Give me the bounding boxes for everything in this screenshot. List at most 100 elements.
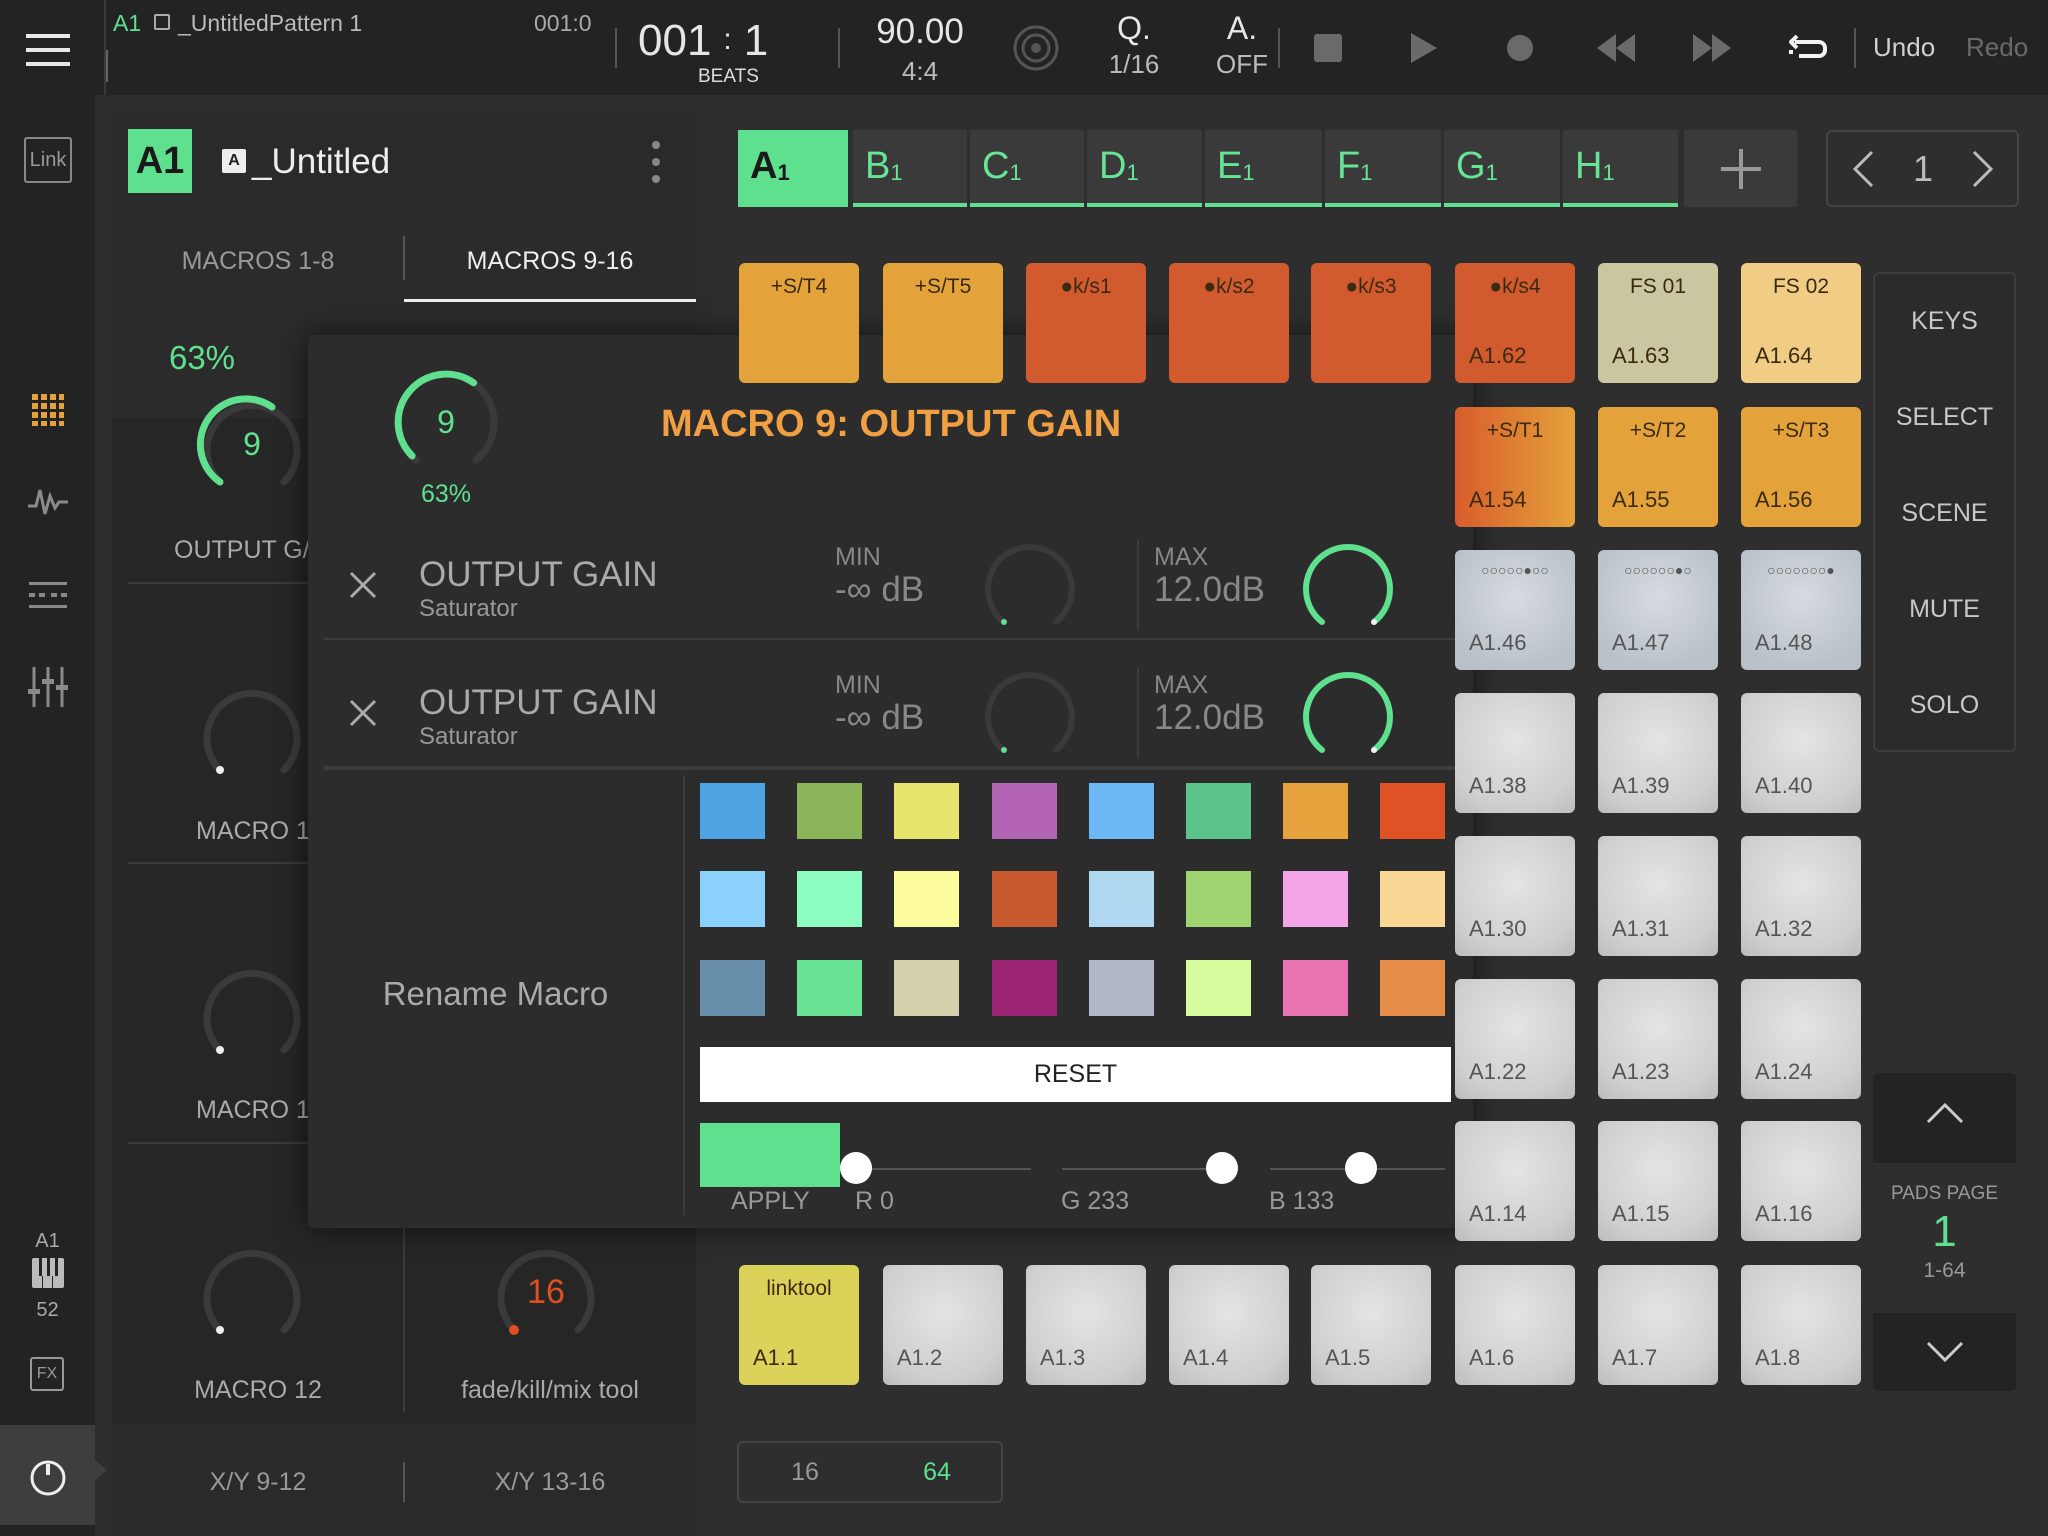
pad[interactable]: A1.30 bbox=[1455, 836, 1575, 956]
pad[interactable]: A1.39 bbox=[1598, 693, 1718, 813]
add-scene-button[interactable] bbox=[1684, 130, 1797, 207]
color-swatch[interactable] bbox=[1380, 871, 1445, 927]
color-swatch[interactable] bbox=[797, 783, 862, 839]
color-swatch[interactable] bbox=[992, 871, 1057, 927]
pad[interactable]: A1.6 bbox=[1455, 1265, 1575, 1385]
pad[interactable]: ○○○○○●○○ A1.46 bbox=[1455, 550, 1575, 670]
prev-page-icon[interactable] bbox=[1848, 148, 1878, 190]
pad[interactable]: +S/T2 A1.55 bbox=[1598, 407, 1718, 527]
macro-12-knob[interactable] bbox=[192, 1232, 312, 1352]
automation-button[interactable]: A. OFF bbox=[1212, 10, 1272, 80]
pads-page-up-icon[interactable] bbox=[1873, 1073, 2016, 1153]
undo-button[interactable]: Undo bbox=[1873, 32, 1935, 63]
color-swatch[interactable] bbox=[700, 783, 765, 839]
color-swatch[interactable] bbox=[700, 960, 765, 1016]
color-swatch[interactable] bbox=[992, 783, 1057, 839]
mode-keys-button[interactable]: KEYS bbox=[1873, 274, 2016, 368]
redo-button[interactable]: Redo bbox=[1966, 32, 2028, 63]
color-swatch[interactable] bbox=[894, 783, 959, 839]
blue-slider-thumb[interactable] bbox=[1345, 1152, 1378, 1184]
rename-macro-button[interactable]: Rename Macro bbox=[308, 975, 683, 1013]
pads-grid-icon[interactable] bbox=[28, 390, 68, 430]
fast-forward-icon[interactable] bbox=[1690, 30, 1734, 66]
color-swatch[interactable] bbox=[1186, 871, 1251, 927]
pad[interactable]: A1.7 bbox=[1598, 1265, 1718, 1385]
pad[interactable]: A1.3 bbox=[1026, 1265, 1146, 1385]
link-icon[interactable]: Link bbox=[24, 137, 72, 183]
more-options-icon[interactable] bbox=[652, 140, 660, 184]
mode-mute-button[interactable]: MUTE bbox=[1873, 562, 2016, 656]
color-swatch[interactable] bbox=[1283, 783, 1348, 839]
stop-icon[interactable] bbox=[1310, 30, 1346, 66]
tab-xy-9-12[interactable]: X/Y 9-12 bbox=[112, 1442, 404, 1522]
green-slider-thumb[interactable] bbox=[1205, 1152, 1238, 1184]
pad[interactable]: ○○○○○○○● A1.48 bbox=[1741, 550, 1861, 670]
mode-scene-button[interactable]: SCENE bbox=[1873, 466, 2016, 560]
record-icon[interactable] bbox=[1500, 30, 1540, 66]
color-swatch[interactable] bbox=[1283, 960, 1348, 1016]
song-position[interactable]: 001:1 bbox=[638, 16, 768, 66]
pad[interactable]: A1.40 bbox=[1741, 693, 1861, 813]
pads-page-down-icon[interactable] bbox=[1873, 1313, 2016, 1391]
color-swatch[interactable] bbox=[1380, 960, 1445, 1016]
apply-color-button[interactable]: APPLY bbox=[731, 1187, 810, 1216]
remove-assignment-icon[interactable] bbox=[348, 570, 378, 600]
red-slider-thumb[interactable] bbox=[840, 1152, 872, 1184]
color-swatch[interactable] bbox=[1283, 871, 1348, 927]
color-swatch[interactable] bbox=[700, 871, 765, 927]
color-swatch[interactable] bbox=[1186, 960, 1251, 1016]
pad[interactable]: A1.14 bbox=[1455, 1121, 1575, 1241]
keyboard-icon[interactable] bbox=[30, 1257, 66, 1289]
pattern-name[interactable]: _UntitledPattern 1 bbox=[178, 10, 362, 37]
pad[interactable]: ○○○○○○●○ A1.47 bbox=[1598, 550, 1718, 670]
scene-tab-c[interactable]: C1 bbox=[970, 130, 1084, 207]
pad[interactable]: A1.15 bbox=[1598, 1121, 1718, 1241]
pad-size-16[interactable]: 16 bbox=[739, 1443, 871, 1501]
pad[interactable]: +S/T4 bbox=[739, 263, 859, 383]
sequencer-icon[interactable] bbox=[26, 575, 70, 615]
quantize-button[interactable]: Q. 1/16 bbox=[1094, 10, 1174, 80]
tab-macros-9-16[interactable]: MACROS 9-16 bbox=[404, 230, 696, 292]
pad[interactable]: ●k/s3 bbox=[1311, 263, 1431, 383]
pad[interactable]: ●k/s4 A1.62 bbox=[1455, 263, 1575, 383]
max-knob[interactable] bbox=[1298, 540, 1398, 640]
macro-view-button[interactable] bbox=[0, 1425, 95, 1525]
color-swatch[interactable] bbox=[1089, 783, 1154, 839]
color-swatch[interactable] bbox=[1380, 783, 1445, 839]
pad[interactable]: A1.22 bbox=[1455, 979, 1575, 1099]
pad[interactable]: A1.5 bbox=[1311, 1265, 1431, 1385]
pad[interactable]: linktool A1.1 bbox=[739, 1265, 859, 1385]
pad[interactable]: +S/T3 A1.56 bbox=[1741, 407, 1861, 527]
color-swatch[interactable] bbox=[894, 871, 959, 927]
pad[interactable]: FS 02 A1.64 bbox=[1741, 263, 1861, 383]
pad[interactable]: FS 01 A1.63 bbox=[1598, 263, 1718, 383]
scene-tab-d[interactable]: D1 bbox=[1087, 130, 1202, 207]
color-swatch[interactable] bbox=[797, 871, 862, 927]
scene-tab-f[interactable]: F1 bbox=[1325, 130, 1441, 207]
metronome-icon[interactable] bbox=[1012, 24, 1060, 72]
pad[interactable]: A1.38 bbox=[1455, 693, 1575, 813]
color-swatch[interactable] bbox=[992, 960, 1057, 1016]
reset-color-button[interactable]: RESET bbox=[700, 1047, 1451, 1102]
color-swatch[interactable] bbox=[1089, 871, 1154, 927]
mode-solo-button[interactable]: SOLO bbox=[1873, 658, 2016, 752]
scene-tab-h[interactable]: H1 bbox=[1563, 130, 1678, 207]
scene-tab-e[interactable]: E1 bbox=[1205, 130, 1322, 207]
pad[interactable]: A1.32 bbox=[1741, 836, 1861, 956]
color-swatch[interactable] bbox=[1089, 960, 1154, 1016]
pad[interactable]: ●k/s1 bbox=[1026, 263, 1146, 383]
macro-11-knob[interactable] bbox=[192, 952, 312, 1072]
next-page-icon[interactable] bbox=[1968, 148, 1998, 190]
waveform-icon[interactable] bbox=[26, 481, 70, 521]
pad[interactable]: A1.31 bbox=[1598, 836, 1718, 956]
pad[interactable]: +S/T5 bbox=[883, 263, 1003, 383]
tempo-display[interactable]: 90.00 4:4 bbox=[860, 12, 980, 87]
rewind-icon[interactable] bbox=[1594, 30, 1638, 66]
mode-select-button[interactable]: SELECT bbox=[1873, 370, 2016, 464]
scene-tab-g[interactable]: G1 bbox=[1444, 130, 1560, 207]
scene-tab-a[interactable]: A1 bbox=[738, 130, 848, 207]
macro-10-knob[interactable] bbox=[192, 672, 312, 792]
fx-icon[interactable]: FX bbox=[30, 1357, 64, 1391]
pad[interactable]: A1.8 bbox=[1741, 1265, 1861, 1385]
color-swatch[interactable] bbox=[1186, 783, 1251, 839]
